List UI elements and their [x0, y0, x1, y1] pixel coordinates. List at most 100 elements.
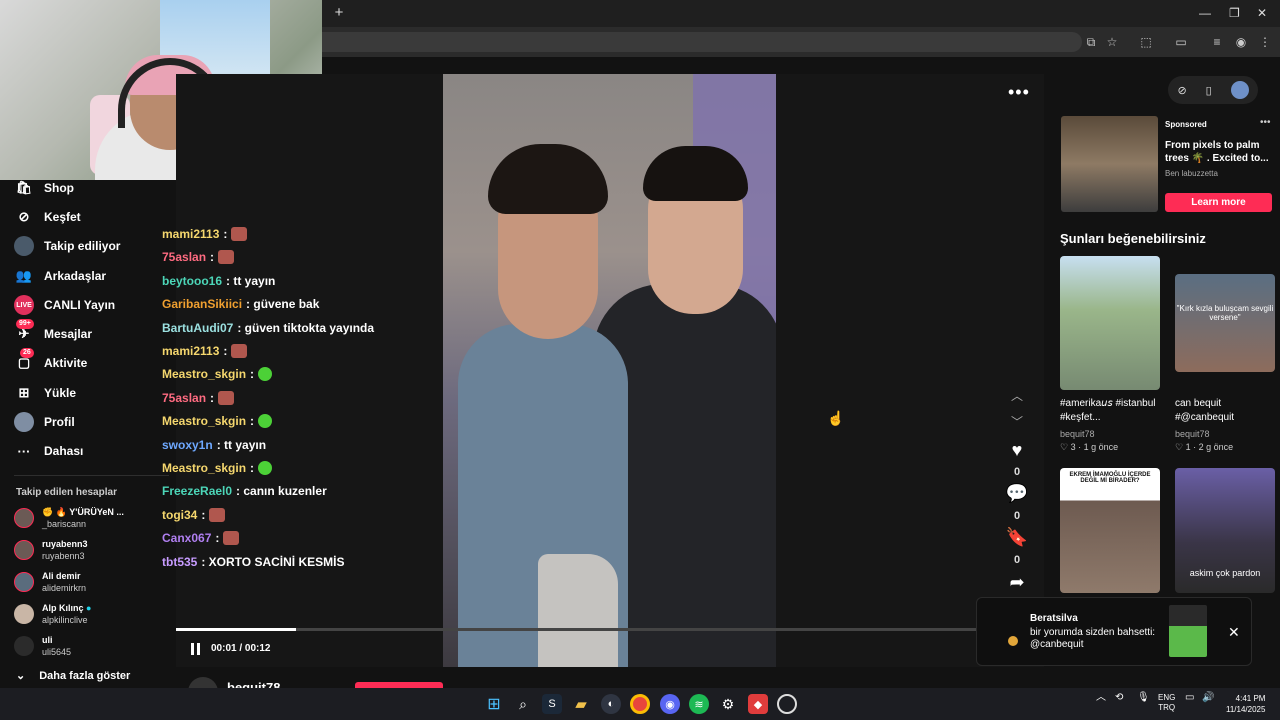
sidebar-item-live[interactable]: LIVE CANLI Yayın: [14, 294, 115, 316]
rec-thumbnail[interactable]: EKREM İMAMOĞLU İÇERDE DEĞİL Mİ BİRADER?: [1060, 468, 1160, 593]
following-account[interactable]: ruyabenn3 ruyabenn3: [14, 537, 88, 563]
rec-thumbnail[interactable]: "Kırk kızla buluşcam sevgili versene": [1175, 274, 1275, 372]
sidebar-item-label: Yükle: [44, 386, 77, 400]
rec-caption[interactable]: #amerika𝘶𝘴 #istanbul #keşfet...: [1060, 397, 1166, 425]
chat-username[interactable]: Meastro_skgin: [162, 367, 246, 381]
address-bar[interactable]: [322, 32, 1082, 52]
pause-icon[interactable]: [191, 643, 203, 655]
comment-icon[interactable]: 💬: [1005, 483, 1029, 504]
spotify-icon[interactable]: ≋: [689, 694, 709, 714]
app-icon[interactable]: ◆: [748, 694, 768, 714]
rec-thumbnail[interactable]: askim çok pardon: [1175, 468, 1275, 593]
bookmark-star-icon[interactable]: ☆: [1103, 33, 1121, 51]
chat-username[interactable]: Meastro_skgin: [162, 414, 246, 428]
chat-emote-icon: [223, 531, 240, 546]
sidebar-item-more[interactable]: ··· Dahası: [14, 440, 84, 462]
notification-thumbnail[interactable]: [1169, 605, 1207, 657]
chat-username[interactable]: mami2113: [162, 344, 219, 358]
app-icon[interactable]: [777, 694, 797, 714]
rec-thumbnail[interactable]: [1060, 256, 1160, 390]
rec-stats: ♡ 3 · 1 g önce: [1060, 442, 1119, 452]
close-window-icon[interactable]: ✕: [1257, 5, 1267, 21]
sidebar-item-activity[interactable]: ▢ 26 Aktivite: [14, 348, 88, 374]
chat-username[interactable]: Meastro_skgin: [162, 461, 246, 475]
following-section-title: Takip edilen hesaplar: [16, 487, 117, 498]
messages-icon: ✈ 99+: [14, 319, 34, 344]
chat-username[interactable]: GaribanSikiici: [162, 297, 242, 311]
chat-username[interactable]: FreezeRael0: [162, 484, 232, 498]
avatar: [14, 572, 34, 592]
chat-username[interactable]: 75aslan: [162, 250, 206, 264]
new-tab-button[interactable]: +: [330, 4, 348, 22]
chat-username[interactable]: BartuAudi07: [162, 321, 233, 335]
volume-icon[interactable]: 🔊: [1202, 693, 1214, 703]
compass-icon[interactable]: ⊘: [1177, 84, 1186, 97]
restore-icon[interactable]: ❐: [1229, 5, 1240, 21]
sync-icon[interactable]: ⟲: [1115, 693, 1123, 703]
profile-avatar-icon[interactable]: ◉: [1232, 33, 1250, 51]
file-explorer-icon[interactable]: ▰: [571, 694, 591, 714]
install-app-icon[interactable]: ⧉: [1082, 33, 1100, 51]
show-more-accounts[interactable]: ⌄ Daha fazla göster: [16, 669, 130, 683]
search-icon[interactable]: ⌕: [513, 694, 533, 714]
top-right-actions: ⊘ ▯: [1168, 76, 1258, 104]
windows-start-icon[interactable]: ⊞: [484, 694, 504, 714]
phone-icon[interactable]: ▯: [1206, 84, 1212, 97]
sidebar-item-messages[interactable]: ✈ 99+ Mesajlar: [14, 319, 92, 345]
following-account[interactable]: Ali demir alidemirkrn: [14, 569, 86, 595]
extensions-icon[interactable]: ⬚: [1137, 33, 1155, 51]
chat-username[interactable]: 75aslan: [162, 391, 206, 405]
video-progress-track[interactable]: [176, 628, 976, 631]
ad-thumbnail[interactable]: [1061, 116, 1158, 212]
rec-caption[interactable]: can bequit #@canbequit: [1175, 397, 1280, 425]
bookmark-icon[interactable]: 🔖: [1005, 527, 1029, 548]
notification-user: Beratsilva: [1030, 613, 1078, 624]
sidebar-item-friends[interactable]: 👥 Arkadaşlar: [14, 265, 106, 287]
chat-username[interactable]: togi34: [162, 508, 197, 522]
chevron-down-icon[interactable]: ﹀: [1008, 413, 1026, 430]
following-account[interactable]: uli uli5645: [14, 633, 71, 659]
close-icon[interactable]: ✕: [1228, 624, 1240, 641]
sidebar-divider: [14, 475, 169, 476]
sidebar-item-upload[interactable]: ⊞ Yükle: [14, 382, 76, 404]
sponsored-label: Sponsored: [1165, 120, 1207, 129]
chrome-icon[interactable]: [630, 694, 650, 714]
language-indicator[interactable]: ENG TRQ: [1158, 693, 1175, 713]
video-player[interactable]: [443, 74, 776, 667]
following-account[interactable]: ✊ 🔥 Y'ÜRÜYeN ... _bariscann: [14, 505, 124, 531]
chat-username[interactable]: swoxy1n: [162, 438, 213, 452]
sidebar-item-explore[interactable]: ⊘ Keşfet: [14, 206, 81, 228]
sidebar-item-profile[interactable]: Profil: [14, 411, 75, 433]
steam-icon[interactable]: S: [542, 694, 562, 714]
chat-text: :: [223, 344, 228, 358]
sidebar-item-following[interactable]: Takip ediliyor: [14, 235, 120, 257]
system-clock[interactable]: 4:41 PM 11/14/2025: [1226, 693, 1265, 715]
sidepanel-icon[interactable]: ▭: [1172, 33, 1190, 51]
app-icon[interactable]: ◐: [601, 694, 621, 714]
chat-username[interactable]: tbt535: [162, 555, 197, 569]
discord-icon[interactable]: ◉: [660, 694, 680, 714]
like-icon[interactable]: ♥: [1005, 440, 1029, 461]
chevron-up-icon[interactable]: ︿: [1008, 387, 1026, 404]
browser-menu-icon[interactable]: ⋮: [1256, 33, 1274, 51]
chat-username[interactable]: Canx067: [162, 531, 211, 545]
ad-title[interactable]: From pixels to palm trees 🌴 . Excited to…: [1165, 139, 1275, 165]
minimize-icon[interactable]: —: [1199, 5, 1211, 21]
tray-overflow-icon[interactable]: ︿: [1096, 693, 1106, 703]
chat-message: BartuAudi07: güven tiktokta yayında: [162, 319, 374, 337]
network-icon[interactable]: ▭: [1185, 693, 1194, 703]
following-account[interactable]: Alp Kılınç ● alpkilinclive: [14, 601, 91, 627]
learn-more-button[interactable]: Learn more: [1165, 193, 1272, 212]
video-more-icon[interactable]: •••: [1008, 82, 1030, 103]
chat-username[interactable]: mami2113: [162, 227, 219, 241]
chat-username[interactable]: beytooo16: [162, 274, 222, 288]
reading-list-icon[interactable]: ≡: [1208, 33, 1226, 51]
ad-more-icon[interactable]: •••: [1260, 117, 1271, 128]
settings-gear-icon[interactable]: ⚙: [718, 694, 738, 714]
sidebar-item-label: Aktivite: [44, 356, 88, 370]
sidebar-item-shop[interactable]: 🛍 Shop: [14, 177, 74, 199]
share-icon[interactable]: ➦: [1005, 572, 1029, 593]
avatar[interactable]: [1230, 81, 1249, 99]
microphone-icon[interactable]: 🎙: [1137, 693, 1150, 703]
sidebar-item-label: Takip ediliyor: [44, 239, 121, 253]
